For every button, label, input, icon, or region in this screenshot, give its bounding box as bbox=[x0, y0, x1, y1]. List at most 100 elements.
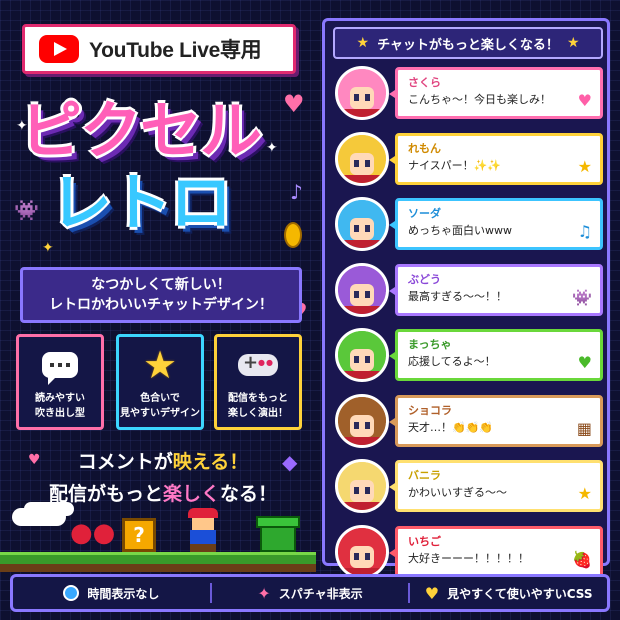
youtube-logo-icon bbox=[39, 35, 79, 63]
headline-part: コメントが bbox=[77, 451, 173, 473]
pixel-character-icon bbox=[188, 508, 218, 552]
cloud-icon bbox=[12, 508, 66, 526]
reaction-icon: ▦ bbox=[576, 418, 592, 438]
avatar bbox=[335, 197, 389, 251]
avatar bbox=[335, 524, 389, 579]
reaction-icon: ★ bbox=[577, 156, 592, 176]
avatar bbox=[335, 328, 389, 382]
chat-message-row: まっちゃ応援してるよ〜！ ♥ bbox=[335, 327, 605, 385]
page-title: ピクセル レトロ bbox=[20, 95, 280, 239]
chat-message-row: れもんナイスパー！✨✨ ★ bbox=[335, 131, 605, 189]
reaction-icon: 🍓 bbox=[572, 549, 592, 569]
chat-bubble: まっちゃ応援してるよ〜！ ♥ bbox=[389, 329, 603, 381]
diamond-icon: ✦ bbox=[257, 583, 271, 603]
footer-label: 時間表示なし bbox=[87, 586, 160, 601]
star-icon: ★ bbox=[356, 35, 370, 51]
feature-card-colors: ★ 色合いで 見やすいデザイン bbox=[116, 334, 204, 430]
chat-header: ★ チャットがもっと楽しくなる！ ★ bbox=[333, 27, 603, 59]
chat-message-row: ソーダめっちゃ面白いwww ♫ bbox=[335, 196, 605, 254]
avatar bbox=[335, 393, 389, 448]
title-line-1: ピクセル bbox=[20, 94, 262, 167]
title-line-2: レトロ bbox=[50, 166, 232, 239]
chat-username: ショコラ bbox=[408, 403, 452, 417]
sparkle-icon: ✦ bbox=[266, 140, 278, 156]
pipe-icon bbox=[256, 516, 300, 552]
chat-message-row: いちご大好きーーー！！！！！ 🍓 bbox=[335, 524, 605, 582]
avatar bbox=[335, 66, 389, 120]
sparkle-icon: ✦ bbox=[16, 118, 28, 134]
heart-icon: ♥ bbox=[283, 90, 305, 118]
clock-icon bbox=[63, 585, 80, 601]
footer-label: 見やすくて使いやすいCSS bbox=[447, 586, 593, 601]
tagline-line-2: レトロかわいいチャットデザイン！ bbox=[49, 297, 273, 313]
cherry-icon: ●● bbox=[70, 518, 116, 548]
avatar bbox=[335, 131, 389, 186]
space-invader-icon: 👾 bbox=[14, 198, 39, 222]
feature-label: 配信をもっと 楽しく演出！ bbox=[228, 393, 288, 419]
feature-card-readable: 読みやすい 吹き出し型 bbox=[16, 334, 104, 430]
chat-username: バニラ bbox=[408, 469, 441, 482]
footer-item-no-superchat: ✦ スパチャ非表示 bbox=[212, 584, 409, 603]
chat-header-title: チャットがもっと楽しくなる！ bbox=[377, 37, 559, 53]
chat-message-text: 天才…！👏👏👏 bbox=[408, 420, 494, 434]
tagline-line-1: なつかしくて新しい！ bbox=[91, 277, 231, 293]
reaction-icon: ♥ bbox=[577, 91, 592, 110]
badge-text: YouTube Live専用 bbox=[89, 39, 262, 62]
chat-message-text: めっちゃ面白いwww bbox=[408, 224, 512, 237]
feature-label: 色合いで 見やすいデザイン bbox=[120, 393, 200, 419]
feature-label: 読みやすい 吹き出し型 bbox=[35, 393, 85, 419]
chat-bubble: バニラかわいいすぎる〜〜 ★ bbox=[389, 460, 603, 512]
star-icon: ★ bbox=[142, 343, 178, 387]
coin-icon bbox=[284, 222, 302, 248]
chat-username: れもん bbox=[408, 141, 441, 155]
chat-bubble: ソーダめっちゃ面白いwww ♫ bbox=[389, 198, 603, 250]
chat-message-text: ナイスパー！✨✨ bbox=[408, 158, 502, 172]
tagline-box: なつかしくて新しい！ レトロかわいいチャットデザイン！ bbox=[20, 267, 302, 323]
chat-bubble: れもんナイスパー！✨✨ ★ bbox=[389, 132, 603, 185]
question-block-icon: ? bbox=[122, 518, 156, 552]
feature-footer: 時間表示なし ✦ スパチャ非表示 ♥ 見やすくて使いやすいCSS bbox=[10, 574, 610, 612]
chat-panel: ★ チャットがもっと楽しくなる！ ★ さくらこんちゃ〜！今日も楽しみ！ ♥ れもんナ… bbox=[322, 18, 610, 579]
chat-username: まっちゃ bbox=[408, 338, 452, 351]
headline-part: なる！ bbox=[220, 483, 278, 505]
feature-card-stream: 配信をもっと 楽しく演出！ bbox=[214, 334, 302, 430]
gamepad-icon bbox=[238, 345, 278, 385]
chat-message-text: 応援してるよ〜！ bbox=[408, 355, 496, 368]
footer-item-no-time: 時間表示なし bbox=[13, 585, 210, 602]
footer-item-easy-css: ♥ 見やすくて使いやすいCSS bbox=[410, 584, 607, 603]
heart-icon: ♥ bbox=[424, 583, 440, 603]
chat-username: いちご bbox=[408, 534, 441, 548]
chat-message-text: 大好きーーー！！！！！ bbox=[408, 551, 529, 565]
footer-label: スパチャ非表示 bbox=[278, 586, 363, 601]
chat-message-text: こんちゃ〜！今日も楽しみ！ bbox=[408, 93, 551, 106]
avatar bbox=[335, 459, 389, 513]
chat-message-row: ぶどう最高すぎる〜〜！！ 👾 bbox=[335, 262, 605, 320]
reaction-icon: ♫ bbox=[577, 222, 592, 241]
headline: コメントが映える！ 配信がもっと楽しくなる！ bbox=[18, 446, 308, 510]
reaction-icon: 👾 bbox=[572, 287, 592, 307]
star-icon: ★ bbox=[566, 35, 580, 51]
chat-message-text: 最高すぎる〜〜！！ bbox=[408, 289, 507, 303]
chat-username: ぶどう bbox=[408, 272, 441, 286]
reaction-icon: ♥ bbox=[577, 353, 592, 372]
chat-message-row: さくらこんちゃ〜！今日も楽しみ！ ♥ bbox=[335, 65, 605, 123]
chat-message-row: ショコラ天才…！👏👏👏 ▦ bbox=[335, 393, 605, 451]
chat-message-text: かわいいすぎる〜〜 bbox=[408, 486, 507, 499]
avatar bbox=[335, 262, 389, 317]
speech-bubble-icon bbox=[40, 345, 80, 385]
headline-highlight: 映える！ bbox=[172, 451, 249, 473]
chat-message-row: バニラかわいいすぎる〜〜 ★ bbox=[335, 458, 605, 516]
chat-bubble: ショコラ天才…！👏👏👏 ▦ bbox=[389, 394, 603, 447]
ground-dirt bbox=[0, 564, 316, 572]
chat-username: ソーダ bbox=[408, 207, 441, 220]
chat-bubble: いちご大好きーーー！！！！！ 🍓 bbox=[389, 525, 603, 578]
reaction-icon: ★ bbox=[577, 484, 592, 503]
youtube-live-badge: YouTube Live専用 bbox=[22, 24, 296, 74]
chat-bubble: さくらこんちゃ〜！今日も楽しみ！ ♥ bbox=[389, 67, 603, 119]
chat-username: さくら bbox=[408, 76, 441, 89]
music-note-icon: ♪ bbox=[290, 180, 303, 204]
sparkle-icon: ✦ bbox=[42, 240, 54, 256]
headline-highlight: 楽しく bbox=[162, 483, 220, 505]
chat-bubble: ぶどう最高すぎる〜〜！！ 👾 bbox=[389, 263, 603, 316]
headline-part: 配信がもっと bbox=[48, 483, 163, 505]
